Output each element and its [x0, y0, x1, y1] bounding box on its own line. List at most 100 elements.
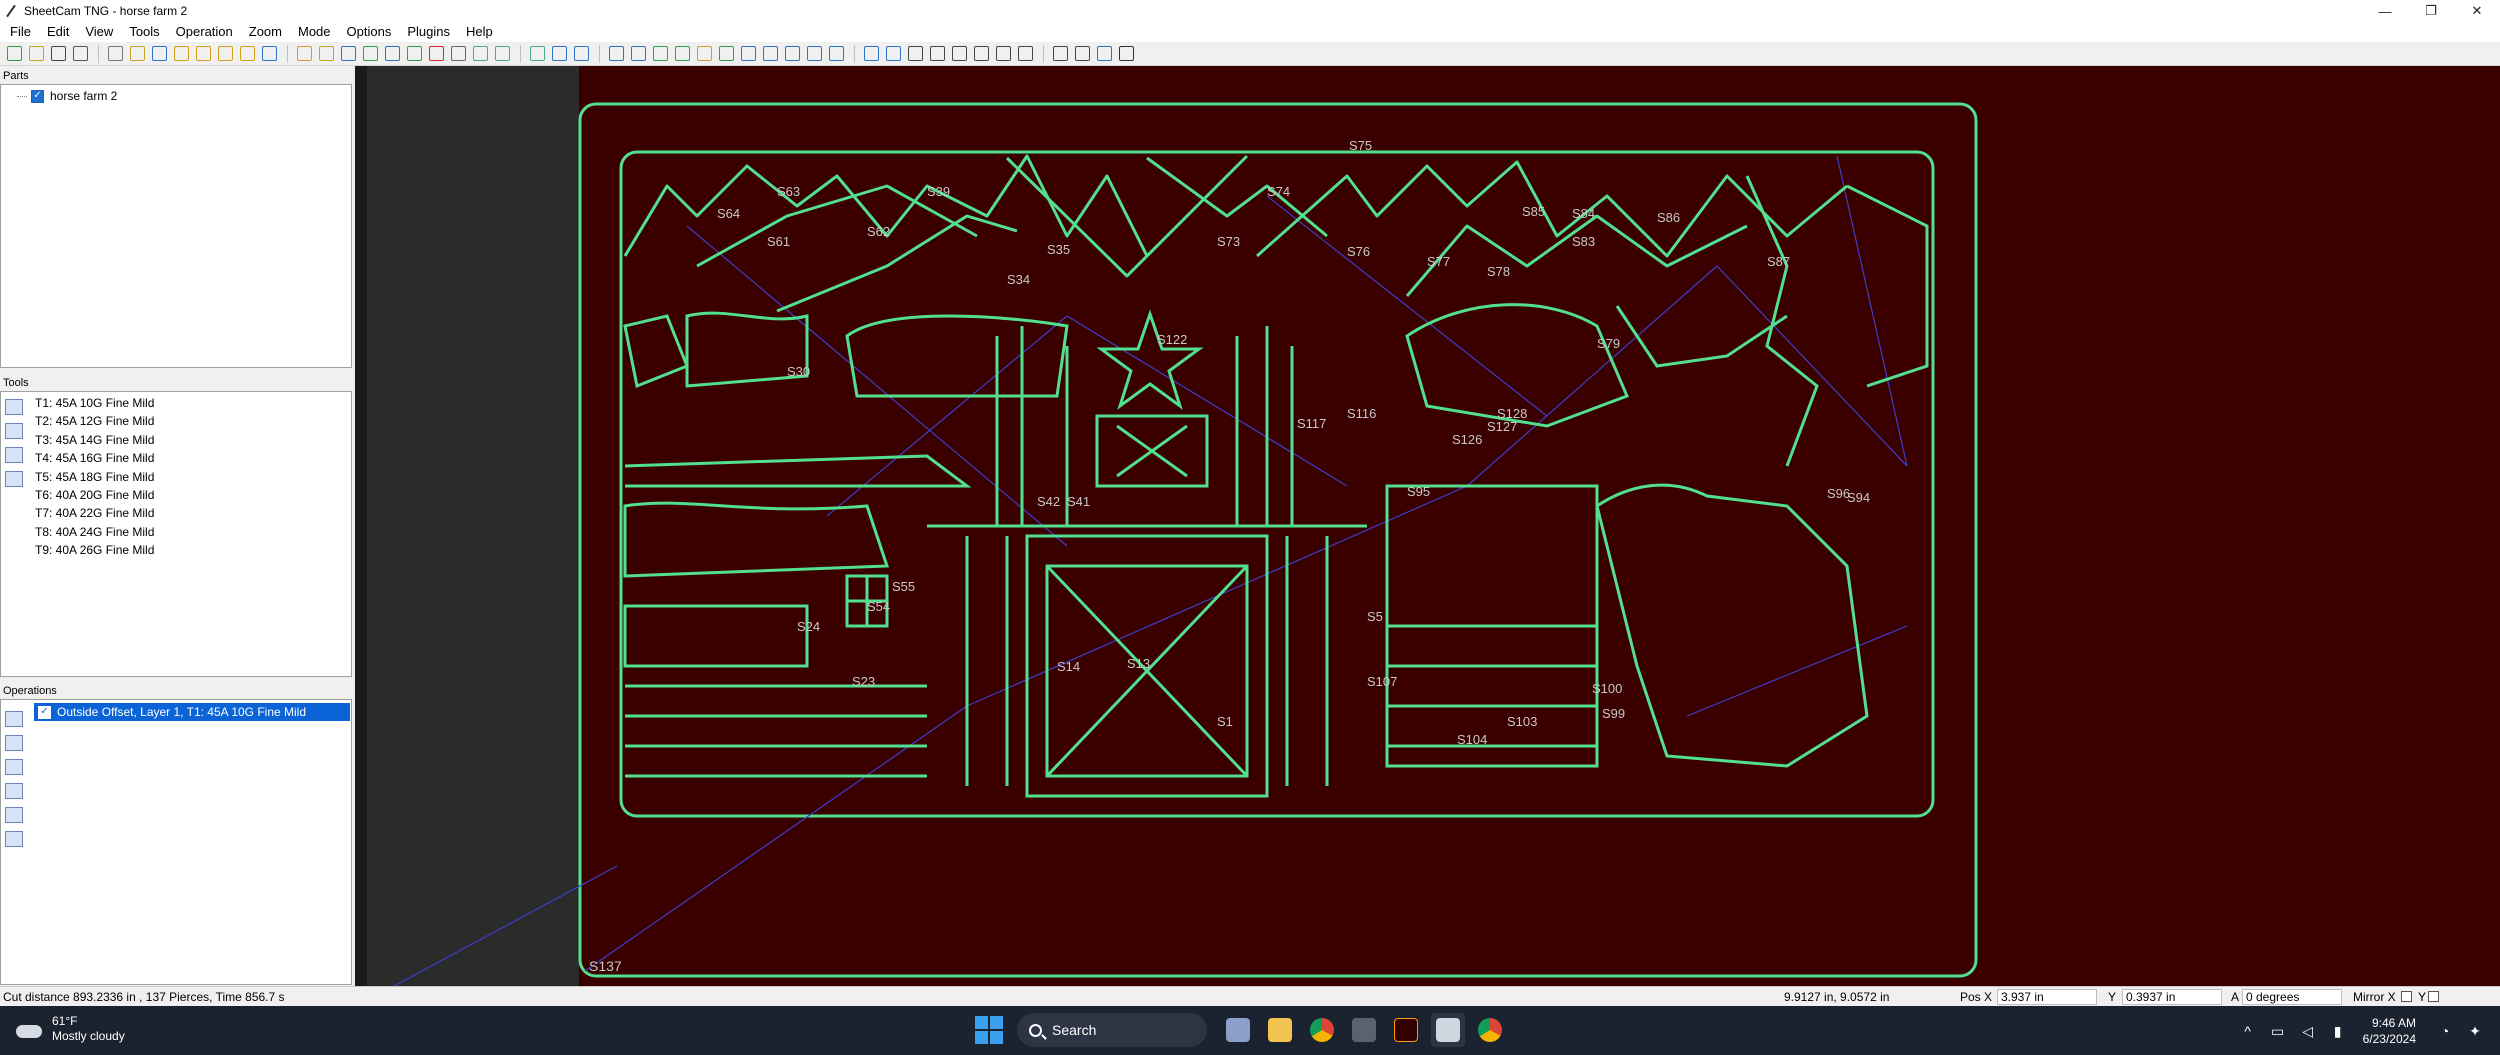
- toolbar-tool-48-icon[interactable]: [1116, 44, 1136, 64]
- tool-row-t5[interactable]: T5: 45A 18G Fine Mild: [1, 468, 351, 486]
- toolbar-tool-41-icon[interactable]: [949, 44, 969, 64]
- toolbar-tool-13-icon[interactable]: [294, 44, 314, 64]
- operation-checkbox[interactable]: ✓: [38, 705, 51, 719]
- operation-row-outside-offset[interactable]: ✓ Outside Offset, Layer 1, T1: 45A 10G F…: [34, 703, 350, 721]
- clock[interactable]: 9:46 AM 6/23/2024: [2363, 1015, 2416, 1047]
- file-explorer-icon[interactable]: [1263, 1013, 1297, 1047]
- add-operation-icon[interactable]: [5, 711, 23, 727]
- toolbar-tool-40-icon[interactable]: [927, 44, 947, 64]
- toolbar-tool-4-icon[interactable]: [70, 44, 90, 64]
- tool-row-t6[interactable]: T6: 40A 20G Fine Mild: [1, 486, 351, 504]
- toolbar-tool-31-icon[interactable]: [716, 44, 736, 64]
- engrave-operation-icon[interactable]: [5, 783, 23, 799]
- toolbar-tool-11-icon[interactable]: [237, 44, 257, 64]
- toolbar-tool-38-icon[interactable]: [883, 44, 903, 64]
- menu-operation[interactable]: Operation: [168, 22, 241, 42]
- toolbar-tool-3-icon[interactable]: [48, 44, 68, 64]
- path-operation-icon[interactable]: [5, 807, 23, 823]
- menu-help[interactable]: Help: [458, 22, 501, 42]
- close-button[interactable]: ✕: [2454, 0, 2500, 22]
- menu-edit[interactable]: Edit: [39, 22, 77, 42]
- toolbar-tool-24-icon[interactable]: [549, 44, 569, 64]
- menu-view[interactable]: View: [77, 22, 121, 42]
- chrome-icon[interactable]: [1305, 1013, 1339, 1047]
- toolbar-tool-16-icon[interactable]: [360, 44, 380, 64]
- toolbar-tool-21-icon[interactable]: [470, 44, 490, 64]
- pos-y-input[interactable]: 0.3937 in: [2122, 989, 2222, 1005]
- toolbar-tool-22-icon[interactable]: [492, 44, 512, 64]
- taskbar-search[interactable]: Search: [1017, 1013, 1207, 1047]
- toolbar-tool-10-icon[interactable]: [215, 44, 235, 64]
- toolbar-tool-19-icon[interactable]: [426, 44, 446, 64]
- toolbar-tool-28-icon[interactable]: [650, 44, 670, 64]
- toolbar-tool-35-icon[interactable]: [804, 44, 824, 64]
- mirror-y-checkbox[interactable]: [2428, 991, 2439, 1002]
- toolbar-tool-14-icon[interactable]: [316, 44, 336, 64]
- angle-input[interactable]: 0 degrees: [2242, 989, 2342, 1005]
- toolbar-tool-23-icon[interactable]: [527, 44, 547, 64]
- pos-x-input[interactable]: 3.937 in: [1997, 989, 2097, 1005]
- toolbar-tool-33-icon[interactable]: [760, 44, 780, 64]
- toolbar-tool-9-icon[interactable]: [193, 44, 213, 64]
- toolbar-tool-2-icon[interactable]: [26, 44, 46, 64]
- toolbar-tool-18-icon[interactable]: [404, 44, 424, 64]
- toolbar-tool-30-icon[interactable]: [694, 44, 714, 64]
- toolbar-tool-5-icon[interactable]: [105, 44, 125, 64]
- battery-icon[interactable]: ▮: [2329, 1022, 2347, 1040]
- drill-operation-icon[interactable]: [5, 735, 23, 751]
- toolbar-tool-29-icon[interactable]: [672, 44, 692, 64]
- menu-plugins[interactable]: Plugins: [399, 22, 458, 42]
- menu-zoom[interactable]: Zoom: [241, 22, 290, 42]
- toolbar-tool-36-icon[interactable]: [826, 44, 846, 64]
- toolbar-tool-42-icon[interactable]: [971, 44, 991, 64]
- menu-tools[interactable]: Tools: [121, 22, 167, 42]
- drawing-canvas[interactable]: S75 S63 S64 S61 S62 S39 S35 S34 S74 S73 S76 S77 S78 S…: [367, 66, 2500, 986]
- task-view-icon[interactable]: [1221, 1013, 1255, 1047]
- mirror-x-checkbox[interactable]: [2401, 991, 2412, 1002]
- copilot-icon[interactable]: ✦: [2466, 1022, 2484, 1040]
- menu-file[interactable]: File: [2, 22, 39, 42]
- operation-table-icon[interactable]: [5, 831, 23, 847]
- toolbar-tool-46-icon[interactable]: [1072, 44, 1092, 64]
- chrome-profile-icon[interactable]: [1473, 1013, 1507, 1047]
- toolbar-tool-43-icon[interactable]: [993, 44, 1013, 64]
- toolbar-tool-44-icon[interactable]: [1015, 44, 1035, 64]
- part-checkbox[interactable]: ✓: [31, 89, 44, 103]
- illustrator-icon[interactable]: [1389, 1013, 1423, 1047]
- toolbar-tool-39-icon[interactable]: [905, 44, 925, 64]
- panel-splitter[interactable]: [355, 66, 367, 986]
- toolbar-tool-8-icon[interactable]: [171, 44, 191, 64]
- windows-start-icon[interactable]: [975, 1016, 1003, 1044]
- minimize-button[interactable]: —: [2362, 0, 2408, 22]
- toolbar-tool-20-icon[interactable]: [448, 44, 468, 64]
- toolbar-tool-12-icon[interactable]: [259, 44, 279, 64]
- toolbar-tool-45-icon[interactable]: [1050, 44, 1070, 64]
- toolbar-tool-6-icon[interactable]: [127, 44, 147, 64]
- volume-icon[interactable]: ◁: [2299, 1022, 2317, 1040]
- toolbar-tool-15-icon[interactable]: [338, 44, 358, 64]
- weather-widget[interactable]: 61°F Mostly cloudy: [14, 1014, 125, 1044]
- toolbar-tool-32-icon[interactable]: [738, 44, 758, 64]
- tool-row-t7[interactable]: T7: 40A 22G Fine Mild: [1, 504, 351, 522]
- toolbar-tool-25-icon[interactable]: [571, 44, 591, 64]
- calculator-icon[interactable]: [1347, 1013, 1381, 1047]
- chevron-up-icon[interactable]: ^: [2239, 1022, 2257, 1040]
- cut-preview-svg[interactable]: S75 S63 S64 S61 S62 S39 S35 S34 S74 S73 S76 S77 S78 S…: [367, 66, 2500, 986]
- tool-row-t9[interactable]: T9: 40A 26G Fine Mild: [1, 541, 351, 559]
- notification-bell-icon[interactable]: ◔: [2436, 1022, 2454, 1040]
- sheetcam-task-icon[interactable]: [1431, 1013, 1465, 1047]
- menu-options[interactable]: Options: [339, 22, 400, 42]
- tool-row-t1[interactable]: T1: 45A 10G Fine Mild: [1, 394, 351, 412]
- toolbar-tool-1-icon[interactable]: [4, 44, 24, 64]
- profile-operation-icon[interactable]: [5, 759, 23, 775]
- toolbar-tool-34-icon[interactable]: [782, 44, 802, 64]
- toolbar-tool-27-icon[interactable]: [628, 44, 648, 64]
- tool-row-t8[interactable]: T8: 40A 24G Fine Mild: [1, 523, 351, 541]
- network-icon[interactable]: ▭: [2269, 1022, 2287, 1040]
- tool-row-t2[interactable]: T2: 45A 12G Fine Mild: [1, 412, 351, 430]
- tool-row-t3[interactable]: T3: 45A 14G Fine Mild: [1, 431, 351, 449]
- part-row-horse-farm[interactable]: ✓ horse farm 2: [1, 87, 351, 105]
- toolbar-tool-37-icon[interactable]: [861, 44, 881, 64]
- toolbar-tool-26-icon[interactable]: [606, 44, 626, 64]
- tool-row-t4[interactable]: T4: 45A 16G Fine Mild: [1, 449, 351, 467]
